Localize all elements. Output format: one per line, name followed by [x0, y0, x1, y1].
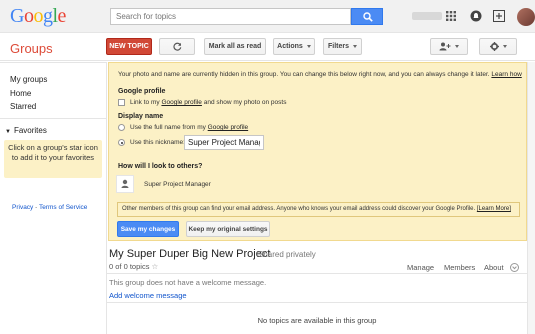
full-name-radio[interactable] — [118, 124, 125, 131]
link-profile-prefix: Link to my — [130, 99, 162, 106]
new-topic-button[interactable]: NEW TOPIC — [106, 38, 152, 55]
save-changes-button[interactable]: Save my changes — [117, 221, 179, 237]
app-title[interactable]: Groups — [10, 41, 53, 56]
add-person-icon — [439, 42, 451, 51]
nickname-radio[interactable] — [118, 139, 125, 146]
favorites-toggle[interactable]: ▼ Favorites — [5, 126, 47, 135]
app-bar: Groups NEW TOPIC Mark all as read Action… — [0, 33, 535, 61]
gear-icon — [489, 42, 499, 51]
logo-letter: o — [33, 5, 43, 27]
sidebar: My groups Home Starred ▼ Favorites Click … — [0, 62, 107, 334]
favorites-header: Favorites — [13, 126, 47, 135]
chevron-down-icon — [306, 45, 311, 48]
filters-label: Filters — [327, 43, 349, 50]
chevron-down-icon — [502, 45, 507, 48]
logo-letter: G — [10, 5, 24, 27]
chevron-down-icon — [455, 45, 459, 48]
sidebar-item-starred[interactable]: Starred — [10, 102, 36, 111]
refresh-icon — [172, 42, 181, 51]
about-link[interactable]: About — [484, 263, 504, 272]
google-profile-link[interactable]: Google profile — [161, 99, 201, 106]
nickname-label: Use this nickname: — [130, 139, 185, 146]
person-avatar-icon — [116, 175, 134, 193]
welcome-message: This group does not have a welcome messa… — [109, 278, 267, 287]
link-profile-checkbox[interactable] — [118, 99, 125, 106]
google-profile-header: Google profile — [118, 88, 166, 95]
add-welcome-link[interactable]: Add welcome message — [109, 291, 187, 300]
nickname-input[interactable] — [184, 135, 264, 150]
keep-original-button[interactable]: Keep my original settings — [186, 221, 270, 237]
scrollbar[interactable] — [527, 62, 535, 334]
footer-links: Privacy - Terms of Service — [12, 204, 87, 211]
full-name-prefix: Use the full name from my — [130, 124, 208, 131]
search-input[interactable] — [110, 8, 351, 25]
terms-link[interactable]: Terms of Service — [39, 204, 87, 211]
chevron-down-icon — [353, 45, 357, 48]
no-topics-message: No topics are available in this group — [257, 316, 377, 325]
email-notice: Other members of this group can find you… — [117, 202, 520, 217]
chevron-down-circle-icon[interactable] — [510, 263, 519, 272]
full-name-label: Use the full name from my Google profile — [130, 124, 248, 131]
privacy-link[interactable]: Privacy — [12, 204, 33, 211]
manage-members-button[interactable] — [430, 38, 468, 55]
apps-grid-icon[interactable] — [445, 10, 457, 22]
logo-letter: g — [42, 5, 53, 27]
sidebar-item-my-groups[interactable]: My groups — [10, 75, 47, 84]
email-notice-text: Other members of this group can find you… — [122, 206, 476, 212]
star-icon[interactable]: ☆ — [152, 262, 159, 271]
google-logo[interactable]: Google — [10, 5, 66, 28]
favorites-hint: Click on a group's star icon to add it t… — [4, 140, 102, 178]
logo-letter: o — [23, 5, 34, 27]
learn-more-link[interactable]: [Learn More] — [477, 206, 511, 212]
notifications-icon[interactable] — [470, 10, 482, 22]
divider — [0, 62, 106, 63]
settings-button[interactable] — [479, 38, 517, 55]
google-profile-link[interactable]: Google profile — [208, 124, 248, 131]
sharing-status: Shared privately — [258, 250, 316, 259]
sidebar-item-home[interactable]: Home — [10, 89, 31, 98]
intro-message: Your photo and name are currently hidden… — [118, 71, 490, 78]
manage-link[interactable]: Manage — [407, 263, 434, 272]
members-link[interactable]: Members — [444, 263, 475, 272]
search-button[interactable] — [351, 8, 383, 25]
top-bar: Google — [0, 0, 535, 33]
share-plus-icon[interactable] — [493, 10, 505, 22]
divider — [0, 118, 106, 119]
mark-all-read-button[interactable]: Mark all as read — [204, 38, 266, 55]
account-name[interactable] — [412, 12, 442, 20]
link-profile-label: Link to my Google profile and show my ph… — [130, 99, 286, 106]
divider — [107, 302, 527, 303]
profile-settings-panel: Your photo and name are currently hidden… — [108, 62, 527, 241]
display-name-header: Display name — [118, 113, 164, 120]
learn-how-link[interactable]: Learn how — [491, 71, 521, 78]
sidebar-divider — [106, 62, 107, 334]
topic-count: 0 of 0 topics ☆ — [109, 262, 158, 271]
refresh-button[interactable] — [159, 38, 195, 55]
link-profile-suffix: and show my photo on posts — [201, 99, 287, 106]
topic-count-text: 0 of 0 topics — [109, 262, 150, 271]
preview-name: Super Project Manager — [144, 181, 211, 188]
search-icon — [363, 12, 373, 22]
divider — [107, 273, 527, 274]
avatar[interactable] — [517, 8, 535, 26]
look-header: How will I look to others? — [118, 163, 203, 170]
logo-letter: e — [57, 5, 67, 27]
actions-dropdown[interactable]: Actions — [273, 38, 315, 55]
filters-dropdown[interactable]: Filters — [323, 38, 362, 55]
actions-label: Actions — [277, 43, 303, 50]
group-title: My Super Duper Big New Project — [109, 248, 271, 260]
triangle-down-icon: ▼ — [5, 129, 11, 135]
intro-text: Your photo and name are currently hidden… — [118, 71, 522, 78]
